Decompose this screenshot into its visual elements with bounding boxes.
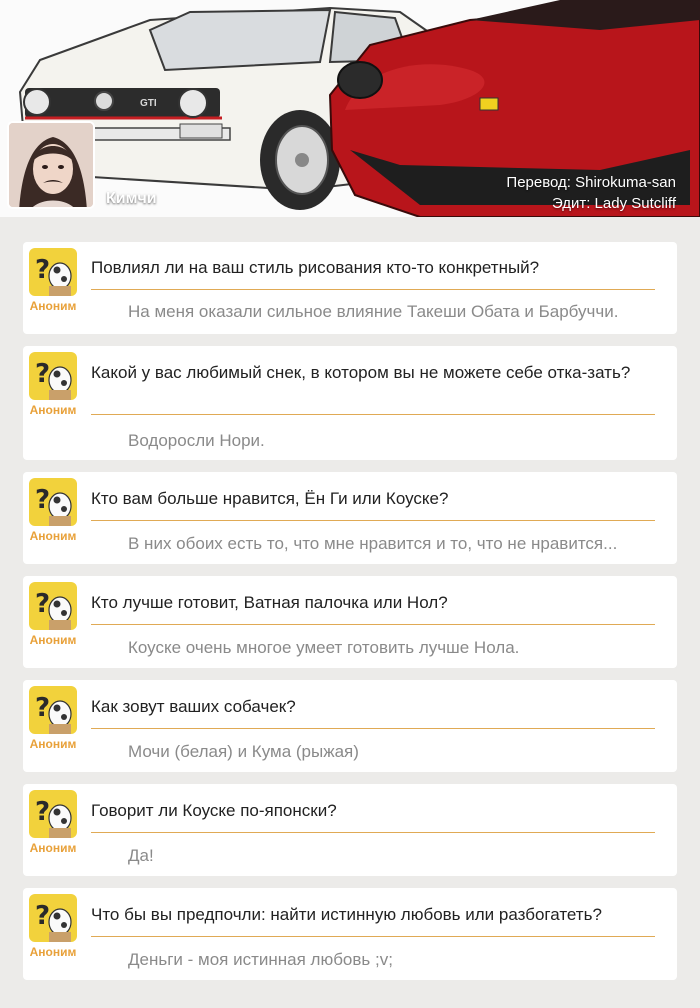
- anon-label: Аноним: [29, 299, 77, 313]
- svg-text:?: ?: [35, 901, 50, 931]
- anon-label: Аноним: [29, 633, 77, 647]
- divider: [91, 936, 655, 937]
- anon-badge: ? Аноним: [29, 352, 77, 417]
- anon-cat-icon: ?: [29, 686, 77, 734]
- divider: [91, 414, 655, 415]
- anon-badge: ? Аноним: [29, 582, 77, 647]
- credits: Перевод: Shirokuma-san Эдит: Lady Sutcli…: [506, 172, 676, 214]
- anon-cat-icon: ?: [29, 248, 77, 296]
- question-text: Что бы вы предпочли: найти истинную любо…: [91, 905, 602, 924]
- anon-cat-icon: ?: [29, 790, 77, 838]
- qa-card: ? Аноним Что бы вы предпочли: найти исти…: [23, 888, 677, 980]
- anon-badge: ? Аноним: [29, 248, 77, 313]
- qa-card: ? Аноним Кто вам больше нравится, Ён Ги …: [23, 472, 677, 564]
- qa-card: ? Аноним Повлиял ли на ваш стиль рисован…: [23, 242, 677, 334]
- svg-text:?: ?: [35, 359, 50, 389]
- question-text: Какой у вас любимый снек, в котором вы н…: [91, 363, 631, 382]
- avatar-photo: [9, 123, 93, 207]
- divider: [91, 624, 655, 625]
- answer-text: В них обоих есть то, что мне нравится и …: [128, 534, 618, 553]
- svg-text:?: ?: [35, 693, 50, 723]
- author-name: Кимчи: [106, 190, 157, 207]
- question-text: Кто вам больше нравится, Ён Ги или Коуск…: [91, 489, 449, 508]
- question-text: Говорит ли Коуске по-японски?: [91, 801, 337, 820]
- question-text: Кто лучше готовит, Ватная палочка или Но…: [91, 593, 448, 612]
- author-avatar: [7, 121, 95, 209]
- divider: [91, 289, 655, 290]
- svg-text:GTI: GTI: [140, 98, 157, 109]
- divider: [91, 728, 655, 729]
- answer-text: На меня оказали сильное влияние Такеши О…: [128, 302, 619, 321]
- answer-text: Мочи (белая) и Кума (рыжая): [128, 742, 359, 761]
- editor-credit: Эдит: Lady Sutcliff: [551, 195, 676, 212]
- anon-badge: ? Аноним: [29, 686, 77, 751]
- anon-label: Аноним: [29, 945, 77, 959]
- divider: [91, 832, 655, 833]
- anon-cat-icon: ?: [29, 352, 77, 400]
- anon-label: Аноним: [29, 841, 77, 855]
- question-text: Как зовут ваших собачек?: [91, 697, 296, 716]
- qa-card: ? Аноним Как зовут ваших собачек? Мочи (…: [23, 680, 677, 772]
- anon-badge: ? Аноним: [29, 790, 77, 855]
- anon-cat-icon: ?: [29, 582, 77, 630]
- svg-text:?: ?: [35, 797, 50, 827]
- anon-label: Аноним: [29, 529, 77, 543]
- answer-text: Деньги - моя истинная любовь ;v;: [128, 950, 393, 969]
- qa-card: ? Аноним Кто лучше готовит, Ватная палоч…: [23, 576, 677, 668]
- anon-badge: ? Аноним: [29, 894, 77, 959]
- header-banner: GTI Кимчи Перевод: Shirokuma-san Эдит: L…: [0, 0, 700, 217]
- translator-credit: Перевод: Shirokuma-san: [506, 174, 676, 191]
- answer-text: Да!: [128, 846, 154, 865]
- divider: [91, 520, 655, 521]
- svg-text:?: ?: [35, 589, 50, 619]
- anon-cat-icon: ?: [29, 478, 77, 526]
- anon-cat-icon: ?: [29, 894, 77, 942]
- anon-badge: ? Аноним: [29, 478, 77, 543]
- answer-text: Коуске очень многое умеет готовить лучше…: [128, 638, 520, 657]
- svg-text:?: ?: [35, 255, 50, 285]
- answer-text: Водоросли Нори.: [128, 431, 265, 450]
- question-text: Повлиял ли на ваш стиль рисования кто-то…: [91, 258, 540, 277]
- anon-label: Аноним: [29, 403, 77, 417]
- anon-label: Аноним: [29, 737, 77, 751]
- qa-card: ? Аноним Какой у вас любимый снек, в кот…: [23, 346, 677, 460]
- svg-text:?: ?: [35, 485, 50, 515]
- qa-card: ? Аноним Говорит ли Коуске по-японски? Д…: [23, 784, 677, 876]
